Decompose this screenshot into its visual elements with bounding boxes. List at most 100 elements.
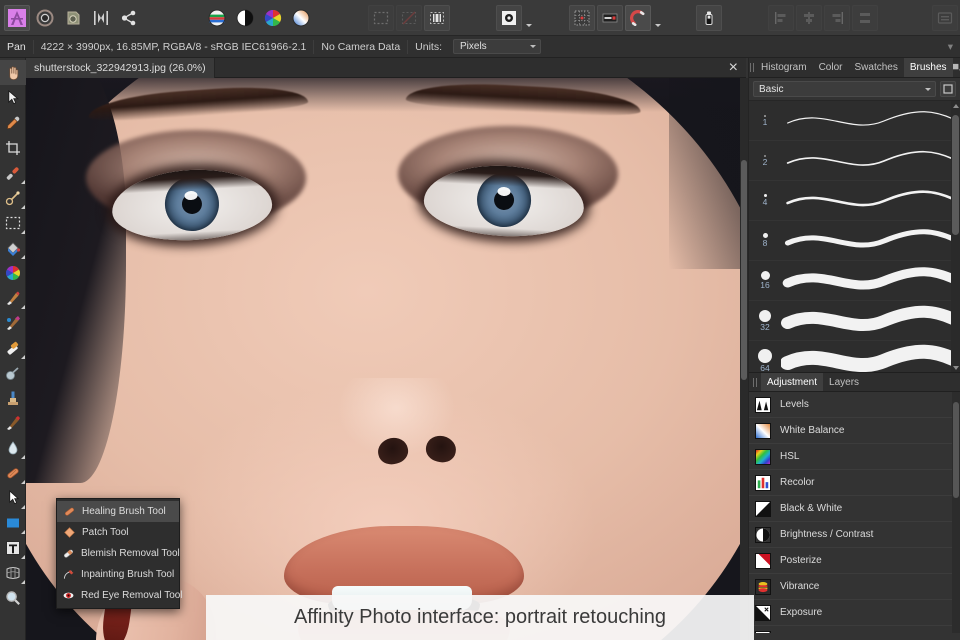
scroll-down-arrow-icon[interactable] — [953, 366, 959, 370]
studio-tab-bar-bottom: Adjustment Layers — [749, 372, 960, 392]
photo-persona-button[interactable] — [4, 4, 30, 31]
adjustment-row[interactable]: Levels — [749, 392, 960, 418]
deselect-button[interactable] — [396, 4, 422, 31]
tool-colour-picker[interactable] — [0, 110, 26, 135]
adjustment-row[interactable]: Vibrance — [749, 574, 960, 600]
adjustment-list-scrollbar[interactable] — [952, 392, 960, 633]
adjustment-list[interactable]: Levels White Balance HSL Recolor Black & Whi… — [749, 392, 960, 633]
scroll-up-arrow-icon[interactable] — [953, 104, 959, 108]
brush-row[interactable]: 32 — [749, 301, 960, 341]
adjustment-row[interactable]: HSL — [749, 444, 960, 470]
menu-item-blemish-removal-tool[interactable]: Blemish Removal Tool — [57, 543, 180, 564]
tab-adjustment[interactable]: Adjustment — [761, 373, 824, 391]
tab-swatches[interactable]: Swatches — [848, 58, 903, 77]
brush-row[interactable]: 2 — [749, 141, 960, 181]
adjustment-row[interactable]: White Balance — [749, 418, 960, 444]
menu-item-healing-brush-tool[interactable]: Healing Brush Tool — [57, 501, 179, 522]
units-select[interactable]: Pixels — [453, 39, 541, 54]
adjustment-row[interactable]: Shadows / Highlights — [749, 626, 960, 633]
brush-row[interactable]: 16 — [749, 261, 960, 301]
distribute-button[interactable] — [852, 4, 878, 31]
hsl-quick-button[interactable] — [260, 5, 286, 31]
liquify-persona-button[interactable] — [32, 5, 58, 31]
scrollbar-thumb[interactable] — [952, 115, 959, 235]
brush-row[interactable]: 64 — [749, 341, 960, 372]
panel-grip[interactable] — [749, 373, 761, 391]
tool-selection[interactable] — [0, 210, 26, 235]
tab-layers[interactable]: Layers — [823, 373, 865, 391]
screen-mode-icon — [937, 11, 953, 24]
tab-color[interactable]: Color — [813, 58, 849, 77]
tool-clone-brush[interactable] — [0, 385, 26, 410]
brush-row[interactable]: 4 — [749, 181, 960, 221]
tab-brushes[interactable]: Brushes — [903, 58, 953, 77]
tone-mapping-persona-button[interactable] — [88, 5, 114, 31]
levels-quick-button[interactable] — [204, 5, 230, 31]
enable-snapping-button[interactable] — [625, 4, 651, 31]
quick-mask-caret-icon[interactable] — [524, 5, 533, 31]
align-left-button[interactable] — [768, 4, 794, 31]
close-icon[interactable]: × — [729, 59, 746, 77]
assistant-manager-button[interactable] — [696, 4, 722, 31]
develop-persona-button[interactable] — [60, 5, 86, 31]
adjustment-row[interactable]: Brightness / Contrast — [749, 522, 960, 548]
adjustment-row[interactable]: Posterize — [749, 548, 960, 574]
tool-flood-fill[interactable] — [0, 235, 26, 260]
scrollbar-thumb[interactable] — [741, 160, 747, 380]
tool-node[interactable] — [0, 485, 26, 510]
tool-undo-brush[interactable] — [0, 410, 26, 435]
tab-histogram[interactable]: Histogram — [755, 58, 813, 77]
adjustment-row[interactable]: Exposure — [749, 600, 960, 626]
grid-icon — [574, 10, 590, 25]
menu-item-patch-tool[interactable]: Patch Tool — [57, 522, 179, 543]
brush-row[interactable]: 1 — [749, 101, 960, 141]
white-balance-quick-button[interactable] — [288, 5, 314, 31]
canvas[interactable]: Healing Brush Tool Patch Tool Blemish Re… — [26, 78, 740, 640]
adjustment-row[interactable]: Black & White — [749, 496, 960, 522]
tool-mesh-warp[interactable] — [0, 560, 26, 585]
snapping-caret-icon[interactable] — [653, 5, 662, 31]
refine-selection-button[interactable] — [424, 4, 450, 31]
tool-paint-brush[interactable] — [0, 285, 26, 310]
affinity-photo-window: Pan 4222 × 3990px, 16.85MP, RGBA/8 - sRG… — [0, 0, 960, 640]
marquee-select-button[interactable] — [368, 4, 394, 31]
quick-mask-button[interactable] — [496, 4, 522, 31]
brush-list[interactable]: 12481632641284 — [749, 100, 960, 372]
contrast-quick-button[interactable] — [232, 5, 258, 31]
tool-erase-brush[interactable] — [0, 335, 26, 360]
brush-category-select[interactable]: Basic — [753, 81, 936, 97]
adjustment-row[interactable]: Recolor — [749, 470, 960, 496]
screen-mode-button[interactable] — [932, 4, 958, 31]
tool-expand-corner — [21, 455, 25, 459]
align-center-button[interactable] — [796, 4, 822, 31]
units-label: Units: — [415, 40, 442, 53]
tool-blur-brush[interactable] — [0, 360, 26, 385]
menu-item-red-eye-removal-tool[interactable]: Red Eye Removal Tool — [57, 585, 183, 606]
panel-menu-icon[interactable] — [952, 63, 960, 72]
tool-dodge-burn[interactable] — [0, 185, 26, 210]
context-overflow[interactable]: ▾ — [941, 36, 960, 58]
show-grid-button[interactable] — [569, 4, 595, 31]
tool-move[interactable] — [0, 85, 26, 110]
export-persona-button[interactable] — [116, 5, 142, 31]
tool-rectangle[interactable] — [0, 510, 26, 535]
tool-smudge-brush[interactable] — [0, 435, 26, 460]
posterize-icon — [755, 552, 771, 569]
menu-item-inpainting-brush-tool[interactable]: Inpainting Brush Tool — [57, 564, 179, 585]
document-tab[interactable]: shutterstock_322942913.jpg (26.0%) — [26, 57, 215, 78]
show-guides-button[interactable] — [597, 4, 623, 31]
tool-retouch[interactable] — [0, 160, 26, 185]
tool-gradient[interactable] — [0, 260, 26, 285]
tool-zoom[interactable] — [0, 585, 26, 610]
tool-crop[interactable] — [0, 135, 26, 160]
align-right-button[interactable] — [824, 4, 850, 31]
tool-view[interactable] — [0, 60, 26, 85]
brush-row[interactable]: 8 — [749, 221, 960, 261]
tool-paint-mixer[interactable] — [0, 310, 26, 335]
scrollbar-thumb[interactable] — [953, 402, 959, 498]
tool-healing-brush[interactable] — [0, 460, 26, 485]
brush-view-toggle-button[interactable] — [940, 81, 956, 97]
brush-list-scrollbar[interactable] — [951, 101, 960, 372]
tool-artistic-text[interactable] — [0, 535, 26, 560]
canvas-vertical-scrollbar[interactable] — [740, 78, 748, 640]
